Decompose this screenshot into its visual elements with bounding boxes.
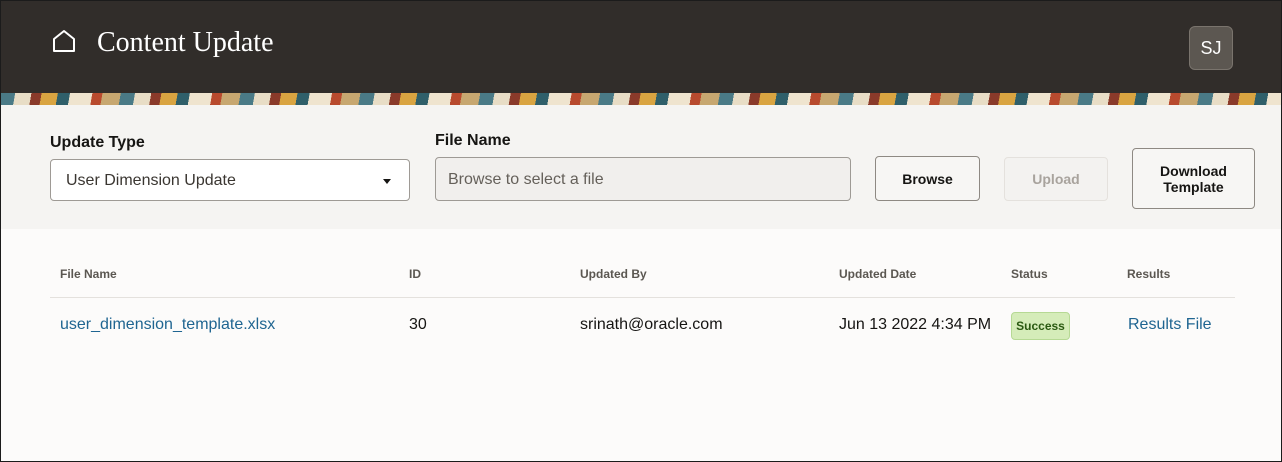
row-updated-by: srinath@oracle.com bbox=[580, 316, 723, 333]
app-header: Content Update SJ bbox=[1, 1, 1281, 93]
download-template-label: Download Template bbox=[1160, 162, 1227, 195]
column-header-updated-by[interactable]: Updated By bbox=[580, 267, 647, 281]
column-header-results[interactable]: Results bbox=[1127, 267, 1170, 281]
results-file-link[interactable]: Results File bbox=[1128, 316, 1212, 334]
decorative-banner bbox=[1, 93, 1281, 105]
column-header-file-name[interactable]: File Name bbox=[60, 267, 117, 281]
row-updated-date: Jun 13 2022 4:34 PM bbox=[839, 316, 992, 333]
upload-button[interactable]: Upload bbox=[1004, 157, 1108, 201]
update-type-select[interactable]: User Dimension Update bbox=[50, 159, 410, 201]
file-name-label: File Name bbox=[435, 132, 511, 149]
update-type-value: User Dimension Update bbox=[66, 172, 236, 189]
column-header-id[interactable]: ID bbox=[409, 267, 421, 281]
status-badge: Success bbox=[1011, 312, 1070, 340]
home-icon[interactable] bbox=[51, 28, 77, 54]
row-id: 30 bbox=[409, 316, 427, 333]
caret-down-icon bbox=[383, 179, 391, 184]
column-header-status[interactable]: Status bbox=[1011, 267, 1048, 281]
user-avatar[interactable]: SJ bbox=[1189, 26, 1233, 70]
download-template-button[interactable]: Download Template bbox=[1132, 148, 1255, 209]
page-title: Content Update bbox=[97, 27, 274, 58]
update-type-label: Update Type bbox=[50, 134, 145, 151]
table-header-divider bbox=[50, 297, 1235, 298]
column-header-updated-date[interactable]: Updated Date bbox=[839, 267, 916, 281]
browse-button[interactable]: Browse bbox=[875, 156, 980, 201]
file-name-input[interactable]: Browse to select a file bbox=[435, 157, 851, 201]
file-name-link[interactable]: user_dimension_template.xlsx bbox=[60, 316, 275, 334]
